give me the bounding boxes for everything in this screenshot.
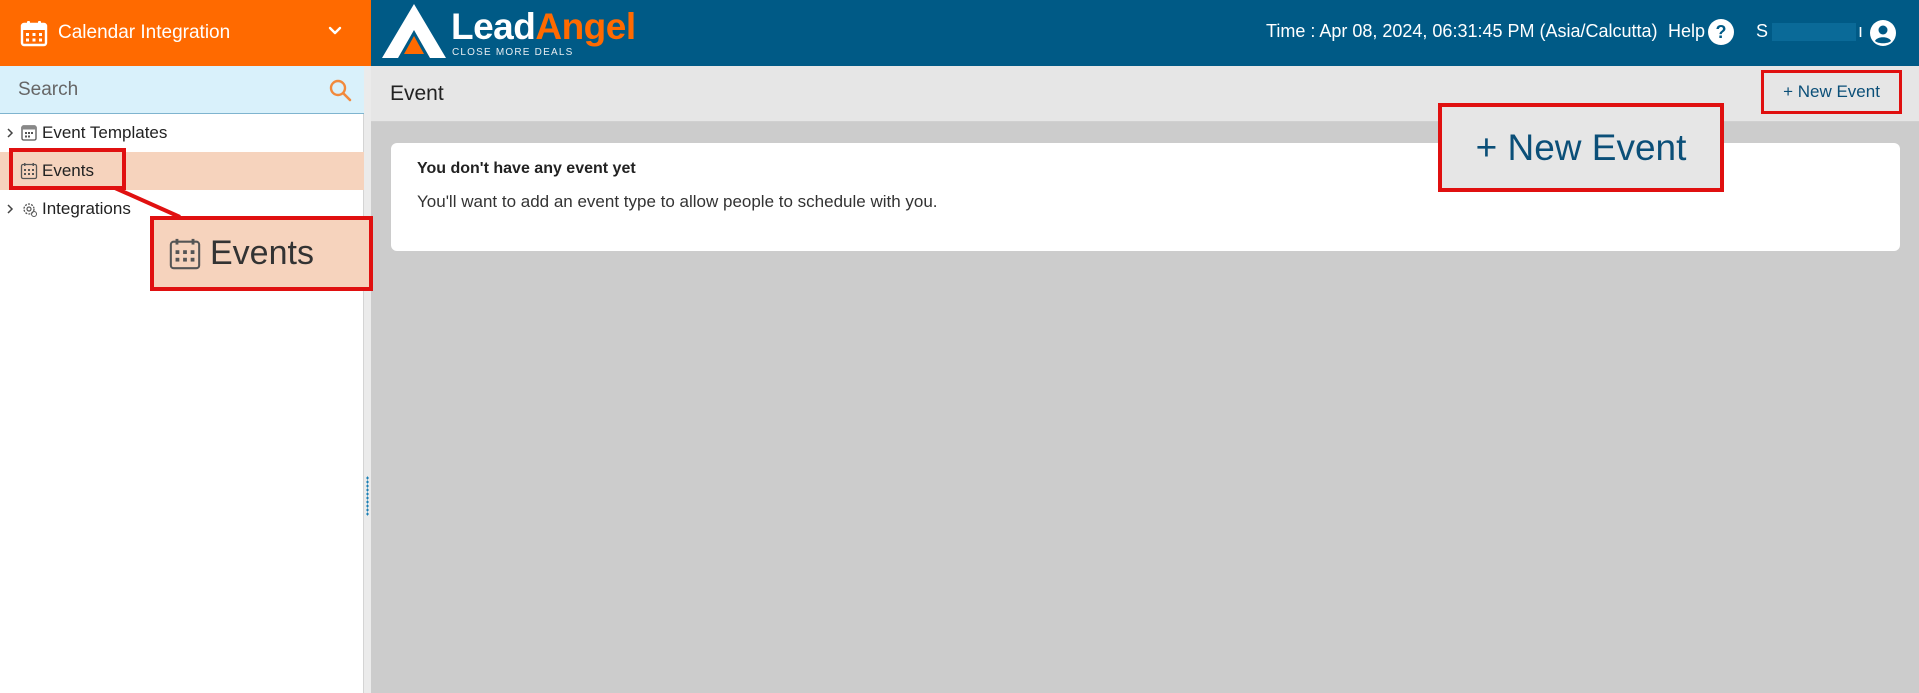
empty-state-heading: You don't have any event yet (417, 160, 636, 177)
empty-state-description: You'll want to add an event type to allo… (417, 192, 938, 211)
new-event-button[interactable]: + New Event (1761, 70, 1902, 114)
panel-splitter[interactable] (364, 66, 371, 693)
drag-handle[interactable] (366, 476, 369, 516)
events-callout: Events (150, 216, 373, 291)
new-event-callout: + New Event (1438, 103, 1724, 192)
page-title: Event (390, 82, 444, 105)
calendar-grid-icon (168, 237, 202, 271)
events-callout-label: Events (210, 234, 314, 272)
